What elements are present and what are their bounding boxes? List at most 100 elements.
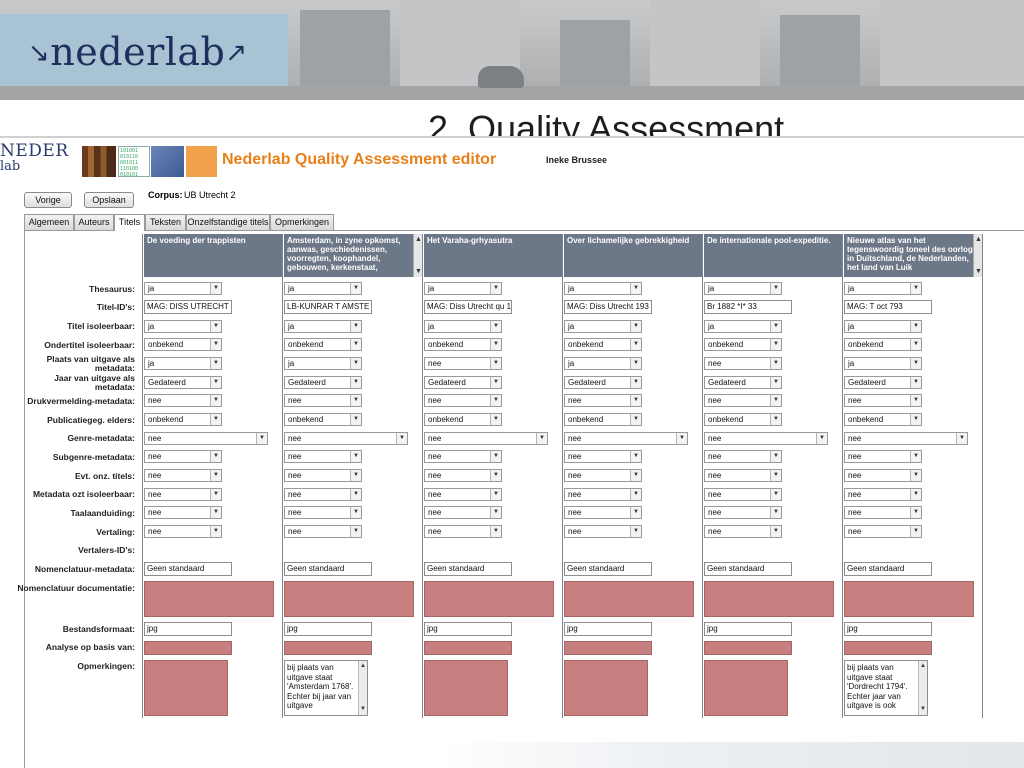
chevron-down-icon[interactable]: ▼ xyxy=(770,526,781,537)
input-nomenclatuur[interactable]: Geen standaard xyxy=(704,562,792,576)
chevron-down-icon[interactable]: ▼ xyxy=(630,507,641,518)
chevron-down-icon[interactable]: ▼ xyxy=(630,377,641,388)
tab-titels[interactable]: Titels xyxy=(114,214,145,231)
select-ozt[interactable]: nee ▼ xyxy=(424,488,502,501)
select-druk[interactable]: nee ▼ xyxy=(564,394,642,407)
select-taal[interactable]: nee ▼ xyxy=(564,506,642,519)
input-title_id[interactable]: LB-KUNRAR T AMSTE xyxy=(284,300,372,314)
select-druk[interactable]: nee ▼ xyxy=(144,394,222,407)
input-analyse-op-basis-van[interactable] xyxy=(564,641,652,655)
input-nomenclatuur-documentatie[interactable] xyxy=(424,581,554,617)
select-vertaling[interactable]: nee ▼ xyxy=(704,525,782,538)
textarea-opmerkingen[interactable] xyxy=(564,660,648,716)
select-jaar[interactable]: Gedateerd ▼ xyxy=(564,376,642,389)
select-vertaling[interactable]: nee ▼ xyxy=(564,525,642,538)
select-titel_isol[interactable]: ja ▼ xyxy=(564,320,642,333)
textarea-opmerkingen[interactable]: bij plaats van uitgave staat 'Amsterdam … xyxy=(284,660,368,716)
chevron-down-icon[interactable]: ▼ xyxy=(350,377,361,388)
chevron-down-icon[interactable]: ▼ xyxy=(210,358,221,369)
chevron-down-icon[interactable]: ▼ xyxy=(956,433,967,444)
chevron-down-icon[interactable]: ▼ xyxy=(910,377,921,388)
save-button[interactable]: Opslaan xyxy=(84,192,134,208)
chevron-down-icon[interactable]: ▼ xyxy=(490,470,501,481)
select-publ[interactable]: onbekend ▼ xyxy=(564,413,642,426)
chevron-down-icon[interactable]: ▼ xyxy=(630,451,641,462)
chevron-down-icon[interactable]: ▼ xyxy=(630,321,641,332)
chevron-down-icon[interactable]: ▼ xyxy=(910,339,921,350)
chevron-down-icon[interactable]: ▼ xyxy=(350,395,361,406)
select-plaats[interactable]: ja ▼ xyxy=(564,357,642,370)
select-titel_isol[interactable]: ja ▼ xyxy=(424,320,502,333)
select-onz[interactable]: nee ▼ xyxy=(564,469,642,482)
chevron-down-icon[interactable]: ▼ xyxy=(350,283,361,294)
input-analyse-op-basis-van[interactable] xyxy=(144,641,232,655)
select-jaar[interactable]: Gedateerd ▼ xyxy=(704,376,782,389)
chevron-down-icon[interactable]: ▼ xyxy=(210,489,221,500)
select-titel_isol[interactable]: ja ▼ xyxy=(284,320,362,333)
select-genre[interactable]: nee ▼ xyxy=(144,432,268,445)
chevron-down-icon[interactable]: ▼ xyxy=(350,507,361,518)
select-onz[interactable]: nee ▼ xyxy=(704,469,782,482)
chevron-down-icon[interactable]: ▼ xyxy=(490,283,501,294)
input-bestandsformaat[interactable]: jpg xyxy=(564,622,652,636)
input-title_id[interactable]: Br 1882 *I* 33 xyxy=(704,300,792,314)
chevron-down-icon[interactable]: ▼ xyxy=(630,339,641,350)
select-ondertitel[interactable]: onbekend ▼ xyxy=(704,338,782,351)
input-analyse-op-basis-van[interactable] xyxy=(844,641,932,655)
chevron-down-icon[interactable]: ▼ xyxy=(350,321,361,332)
textarea-opmerkingen[interactable] xyxy=(704,660,788,716)
chevron-down-icon[interactable]: ▼ xyxy=(536,433,547,444)
input-nomenclatuur[interactable]: Geen standaard xyxy=(284,562,372,576)
previous-button[interactable]: Vorige xyxy=(24,192,72,208)
tab-auteurs[interactable]: Auteurs xyxy=(74,214,114,230)
chevron-down-icon[interactable]: ▼ xyxy=(490,507,501,518)
chevron-down-icon[interactable]: ▼ xyxy=(350,526,361,537)
select-titel_isol[interactable]: ja ▼ xyxy=(144,320,222,333)
input-nomenclatuur-documentatie[interactable] xyxy=(704,581,834,617)
select-plaats[interactable]: nee ▼ xyxy=(424,357,502,370)
input-title_id[interactable]: MAG: Diss Utrecht qu 1 xyxy=(424,300,512,314)
chevron-down-icon[interactable]: ▼ xyxy=(350,451,361,462)
input-analyse-op-basis-van[interactable] xyxy=(284,641,372,655)
select-druk[interactable]: nee ▼ xyxy=(844,394,922,407)
select-ozt[interactable]: nee ▼ xyxy=(704,488,782,501)
chevron-down-icon[interactable]: ▼ xyxy=(350,358,361,369)
chevron-down-icon[interactable]: ▼ xyxy=(490,395,501,406)
tab-teksten[interactable]: Teksten xyxy=(145,214,186,230)
chevron-down-icon[interactable]: ▼ xyxy=(210,395,221,406)
select-ozt[interactable]: nee ▼ xyxy=(284,488,362,501)
select-publ[interactable]: onbekend ▼ xyxy=(284,413,362,426)
select-jaar[interactable]: Gedateerd ▼ xyxy=(284,376,362,389)
chevron-down-icon[interactable]: ▼ xyxy=(210,321,221,332)
select-onz[interactable]: nee ▼ xyxy=(144,469,222,482)
select-taal[interactable]: nee ▼ xyxy=(284,506,362,519)
select-vertaling[interactable]: nee ▼ xyxy=(284,525,362,538)
chevron-down-icon[interactable]: ▼ xyxy=(770,339,781,350)
chevron-down-icon[interactable]: ▼ xyxy=(630,489,641,500)
chevron-down-icon[interactable]: ▼ xyxy=(910,507,921,518)
select-ozt[interactable]: nee ▼ xyxy=(144,488,222,501)
chevron-down-icon[interactable]: ▼ xyxy=(210,470,221,481)
input-title_id[interactable]: MAG: T oct 793 xyxy=(844,300,932,314)
chevron-down-icon[interactable]: ▼ xyxy=(910,489,921,500)
chevron-down-icon[interactable]: ▼ xyxy=(630,283,641,294)
chevron-down-icon[interactable]: ▼ xyxy=(816,433,827,444)
chevron-down-icon[interactable]: ▼ xyxy=(256,433,267,444)
select-plaats[interactable]: ja ▼ xyxy=(284,357,362,370)
select-plaats[interactable]: ja ▼ xyxy=(844,357,922,370)
chevron-down-icon[interactable]: ▼ xyxy=(770,395,781,406)
select-plaats[interactable]: ja ▼ xyxy=(144,357,222,370)
select-druk[interactable]: nee ▼ xyxy=(284,394,362,407)
chevron-down-icon[interactable]: ▼ xyxy=(490,414,501,425)
chevron-down-icon[interactable]: ▼ xyxy=(210,507,221,518)
chevron-down-icon[interactable]: ▼ xyxy=(210,377,221,388)
input-bestandsformaat[interactable]: jpg xyxy=(424,622,512,636)
chevron-down-icon[interactable]: ▼ xyxy=(770,507,781,518)
chevron-down-icon[interactable]: ▼ xyxy=(490,489,501,500)
chevron-down-icon[interactable]: ▼ xyxy=(770,321,781,332)
input-bestandsformaat[interactable]: jpg xyxy=(844,622,932,636)
select-thesaurus[interactable]: ja ▼ xyxy=(844,282,922,295)
input-nomenclatuur-documentatie[interactable] xyxy=(284,581,414,617)
select-ondertitel[interactable]: onbekend ▼ xyxy=(844,338,922,351)
chevron-down-icon[interactable]: ▼ xyxy=(770,451,781,462)
